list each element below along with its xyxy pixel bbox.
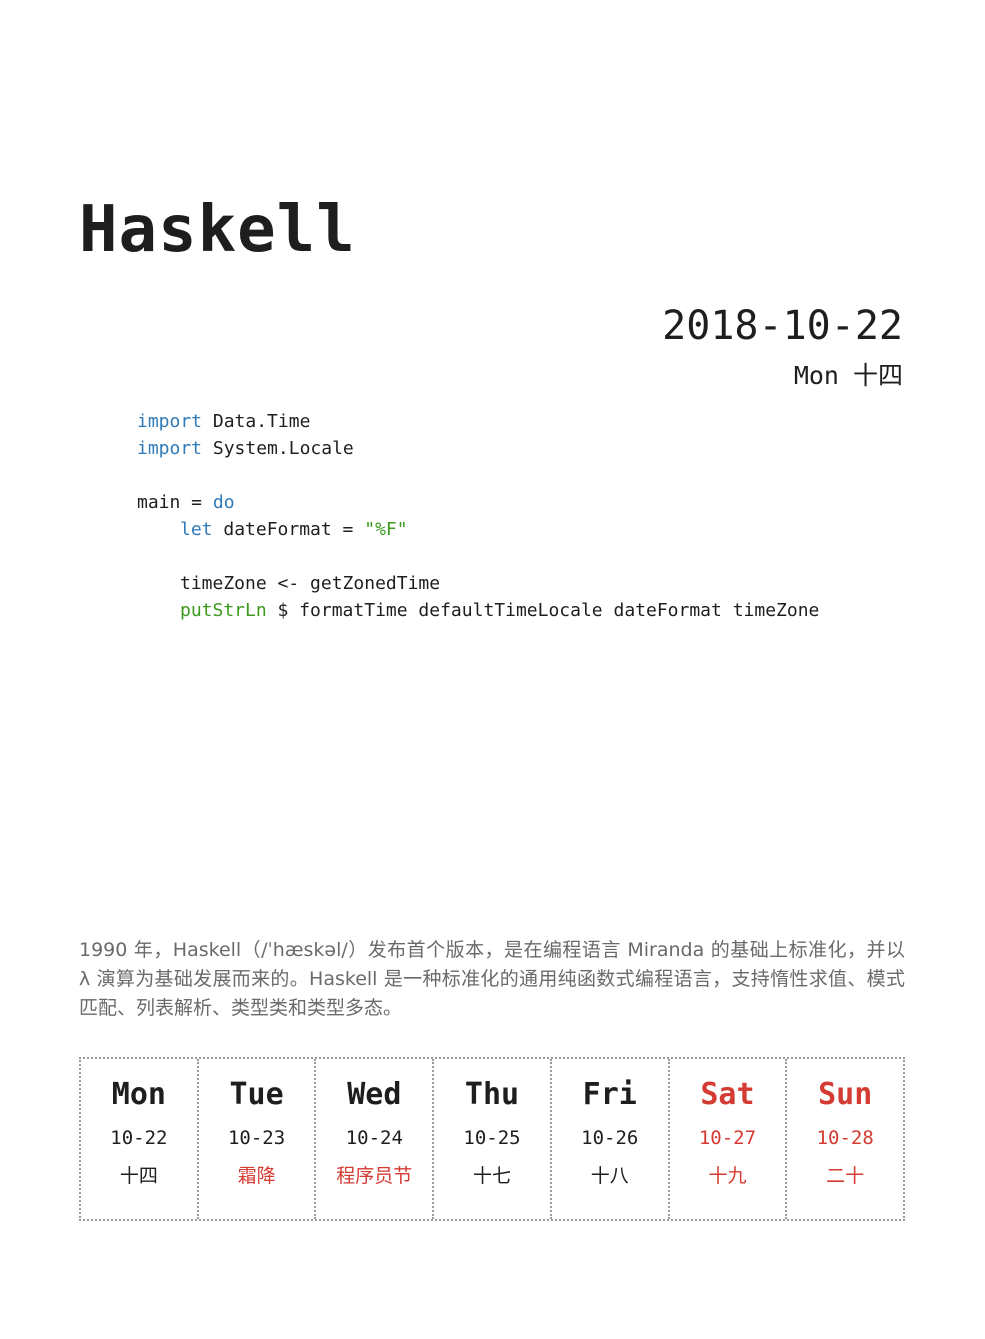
current-weekday-lunar: Mon 十四 bbox=[662, 360, 903, 392]
day-date: 10-25 bbox=[463, 1127, 521, 1149]
code-keyword: import bbox=[137, 438, 203, 459]
code-line-6: putStrLn $ formatTime defaultTimeLocale … bbox=[137, 597, 819, 624]
week-calendar: Mon 10-22 十四 Tue 10-23 霜降 Wed 10-24 程序员节… bbox=[79, 1057, 905, 1221]
code-snippet: import Data.Time import System.Locale ma… bbox=[137, 408, 819, 624]
code-line-3: main = do bbox=[137, 489, 819, 516]
day-cell-mon: Mon 10-22 十四 bbox=[81, 1059, 199, 1219]
code-text: dateFormat = bbox=[212, 519, 365, 540]
day-date: 10-23 bbox=[227, 1127, 286, 1149]
code-keyword: let bbox=[180, 519, 213, 540]
code-keyword: import bbox=[137, 411, 203, 432]
day-lunar: 霜降 bbox=[237, 1165, 276, 1187]
day-name: Thu bbox=[464, 1077, 520, 1112]
day-name: Tue bbox=[229, 1077, 284, 1112]
code-text: timeZone <- getZonedTime bbox=[180, 573, 441, 594]
day-date: 10-26 bbox=[581, 1127, 639, 1149]
code-line-4: let dateFormat = "%F" bbox=[137, 516, 819, 543]
day-cell-thu: Thu 10-25 十七 bbox=[434, 1059, 552, 1219]
day-lunar: 十八 bbox=[590, 1165, 629, 1187]
day-name: Sat bbox=[700, 1077, 755, 1112]
day-date: 10-24 bbox=[345, 1127, 403, 1149]
code-line-1: import Data.Time bbox=[137, 408, 819, 435]
date-header: 2018-10-22 Mon 十四 bbox=[662, 300, 903, 392]
day-cell-tue: Tue 10-23 霜降 bbox=[199, 1059, 317, 1219]
code-text: $ formatTime defaultTimeLocale dateForma… bbox=[266, 600, 820, 621]
language-description: 1990 年，Haskell（/ˈhæskəl/）发布首个版本，是在编程语言 M… bbox=[79, 939, 905, 1019]
page-title: Haskell bbox=[79, 193, 356, 267]
day-date: 10-28 bbox=[816, 1127, 874, 1149]
day-date: 10-22 bbox=[110, 1127, 168, 1149]
day-name: Sun bbox=[818, 1077, 873, 1112]
current-lunar-day: 十四 bbox=[852, 361, 903, 390]
current-weekday: Mon bbox=[793, 361, 839, 390]
day-cell-wed: Wed 10-24 程序员节 bbox=[316, 1059, 435, 1219]
code-text: System.Locale bbox=[202, 438, 354, 459]
day-name: Fri bbox=[582, 1077, 637, 1112]
day-lunar: 十九 bbox=[708, 1165, 747, 1187]
day-date: 10-27 bbox=[698, 1127, 757, 1149]
day-cell-sun: Sun 10-28 二十 bbox=[787, 1059, 903, 1219]
current-date: 2018-10-22 bbox=[662, 303, 903, 349]
code-text: Data.Time bbox=[202, 411, 311, 432]
code-text: main = bbox=[137, 492, 213, 513]
code-string: "%F" bbox=[364, 519, 408, 540]
code-keyword: do bbox=[212, 492, 235, 513]
code-line-5: timeZone <- getZonedTime bbox=[137, 570, 819, 597]
day-lunar: 二十 bbox=[826, 1165, 865, 1187]
day-name: Wed bbox=[347, 1077, 402, 1112]
code-function: putStrLn bbox=[180, 600, 267, 621]
day-lunar: 程序员节 bbox=[336, 1165, 413, 1187]
day-lunar: 十七 bbox=[473, 1165, 512, 1187]
day-cell-fri: Fri 10-26 十八 bbox=[552, 1059, 670, 1219]
code-line-2: import System.Locale bbox=[137, 435, 819, 462]
day-lunar: 十四 bbox=[119, 1165, 158, 1187]
day-cell-sat: Sat 10-27 十九 bbox=[670, 1059, 788, 1219]
day-name: Mon bbox=[111, 1077, 166, 1112]
